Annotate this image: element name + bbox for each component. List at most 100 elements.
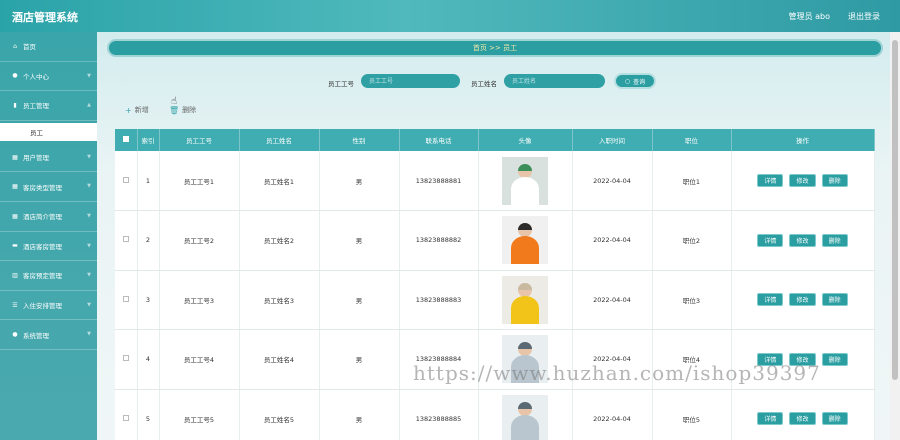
sidebar-item-users[interactable]: ▦ 用户管理 ▼: [0, 143, 97, 173]
detail-button[interactable]: 详情: [757, 174, 784, 187]
cell-index: 3: [137, 270, 160, 330]
chevron-down-icon: ▼: [87, 153, 91, 160]
sidebar-item-hotel-intro[interactable]: ▦ 酒店简介管理 ▼: [0, 202, 97, 232]
chevron-down-icon: ▼: [87, 301, 91, 308]
submenu-item-staff[interactable]: 员工: [0, 122, 97, 141]
row-select[interactable]: [115, 210, 138, 271]
row-select[interactable]: [115, 151, 138, 211]
detail-button[interactable]: 详情: [757, 412, 784, 426]
add-button-label: 新增: [134, 106, 149, 114]
column-header: 员工姓名: [239, 129, 320, 151]
row-checkbox[interactable]: [122, 295, 129, 302]
chevron-down-icon: ▼: [87, 331, 91, 338]
column-header: 索引: [137, 129, 160, 151]
row-select[interactable]: [115, 270, 138, 330]
search-icon: ○: [624, 77, 631, 85]
row-checkbox[interactable]: [122, 236, 129, 243]
row-delete-button[interactable]: 删除: [821, 352, 848, 366]
sidebar-item-bookings[interactable]: ▥ 客房预定管理 ▼: [0, 261, 97, 291]
cell-name: 员工姓名1: [239, 151, 320, 211]
cell-position: 职位3: [652, 270, 732, 330]
edit-button[interactable]: 修改: [789, 293, 816, 307]
delete-button-label: 删除: [182, 106, 197, 114]
cell-gender: 男: [319, 210, 400, 271]
column-header: 员工工号: [159, 129, 240, 151]
sidebar-item-home[interactable]: ⌂ 首页: [0, 32, 97, 62]
cell-avatar: [478, 151, 573, 211]
list-icon: ☰: [12, 301, 18, 309]
row-checkbox[interactable]: [122, 414, 129, 421]
cell-index: 1: [137, 151, 160, 211]
sidebar-item-room-types[interactable]: ▦ 客房类型管理 ▼: [0, 172, 97, 202]
logout-link[interactable]: 退出登录: [848, 11, 880, 22]
row-delete-button[interactable]: 删除: [821, 293, 848, 307]
search-label-name: 员工姓名: [471, 80, 497, 88]
add-button[interactable]: + 新增: [125, 105, 149, 115]
header-select-all[interactable]: [115, 129, 138, 151]
detail-button[interactable]: 详情: [757, 233, 784, 247]
table-header-row: 索引 员工工号 员工姓名 性别 联系电话 头像 入职时间 职位 操作: [115, 129, 875, 151]
cell-phone: 13823888885: [399, 389, 479, 440]
select-all-checkbox[interactable]: [122, 136, 129, 142]
table-row: 5 员工工号5 员工姓名5 男 13823888885 2022-04-04 职位5 详情…: [115, 389, 875, 440]
edit-button[interactable]: 修改: [789, 174, 816, 187]
cell-avatar: [478, 389, 573, 440]
cell-no: 员工工号1: [159, 151, 240, 211]
column-header: 性别: [319, 129, 400, 151]
cell-gender: 男: [319, 389, 400, 440]
sidebar-item-staff[interactable]: ▮ 员工管理 ▲: [0, 91, 97, 121]
sidebar-item-profile[interactable]: ● 个人中心 ▼: [0, 62, 97, 92]
search-label-no: 员工工号: [328, 80, 354, 88]
row-delete-button[interactable]: 删除: [821, 412, 848, 426]
avatar: [502, 394, 548, 440]
cell-phone: 13823888881: [399, 151, 479, 211]
grid-icon: ▦: [12, 212, 18, 220]
cell-actions: 详情 修改 删除: [731, 151, 875, 211]
cell-avatar: [478, 210, 573, 271]
cell-date: 2022-04-04: [572, 210, 653, 271]
row-select[interactable]: [115, 329, 138, 390]
column-header: 头像: [478, 129, 573, 151]
row-delete-button[interactable]: 删除: [821, 174, 848, 187]
staff-no-input[interactable]: [361, 74, 460, 88]
cell-position: 职位2: [652, 210, 732, 271]
table-row: 1 员工工号1 员工姓名1 男 13823888881 2022-04-04 职位1 详情…: [115, 151, 875, 211]
watermark: https://www.huzhan.com/ishop39397: [413, 361, 821, 385]
row-select[interactable]: [115, 389, 138, 440]
cell-no: 员工工号3: [159, 270, 240, 330]
row-checkbox[interactable]: [122, 176, 129, 183]
avatar: [502, 216, 548, 265]
cell-actions: 详情 修改 删除: [731, 210, 875, 271]
cell-phone: 13823888882: [399, 210, 479, 271]
row-checkbox[interactable]: [122, 355, 129, 362]
sidebar-item-rooms[interactable]: ▬ 酒店客房管理 ▼: [0, 232, 97, 262]
card-icon: ▬: [12, 242, 18, 250]
cell-actions: 详情 修改 删除: [731, 389, 875, 440]
cell-position: 职位1: [652, 151, 732, 211]
scrollbar-thumb[interactable]: [892, 40, 898, 380]
search-button[interactable]: ○ 查询: [614, 73, 656, 89]
column-header: 职位: [652, 129, 732, 151]
cell-index: 4: [137, 329, 160, 390]
sidebar-item-checkin[interactable]: ☰ 入住安排管理 ▼: [0, 291, 97, 321]
row-delete-button[interactable]: 删除: [821, 233, 848, 247]
grid-icon: ▦: [12, 153, 18, 161]
grid-icon: ▦: [12, 183, 18, 191]
sidebar-item-system[interactable]: ● 系统管理 ▼: [0, 320, 97, 350]
cell-avatar: [478, 270, 573, 330]
table-row: 2 员工工号2 员工姓名2 男 13823888882 2022-04-04 职位2 详情…: [115, 210, 875, 271]
sidebar-item-label: 员工管理: [23, 102, 49, 111]
cell-phone: 13823888883: [399, 270, 479, 330]
detail-button[interactable]: 详情: [757, 293, 784, 307]
chevron-down-icon: ▼: [87, 72, 91, 79]
search-button-label: 查询: [633, 78, 646, 86]
cell-date: 2022-04-04: [572, 270, 653, 330]
staff-name-input[interactable]: [504, 74, 605, 88]
edit-button[interactable]: 修改: [789, 233, 816, 247]
cell-no: 员工工号2: [159, 210, 240, 271]
edit-button[interactable]: 修改: [789, 412, 816, 426]
top-bar: 酒店管理系统 管理员 abo 退出登录: [0, 0, 900, 32]
cell-date: 2022-04-04: [572, 151, 653, 211]
cell-name: 员工姓名2: [239, 210, 320, 271]
page-scrollbar[interactable]: [890, 32, 900, 440]
